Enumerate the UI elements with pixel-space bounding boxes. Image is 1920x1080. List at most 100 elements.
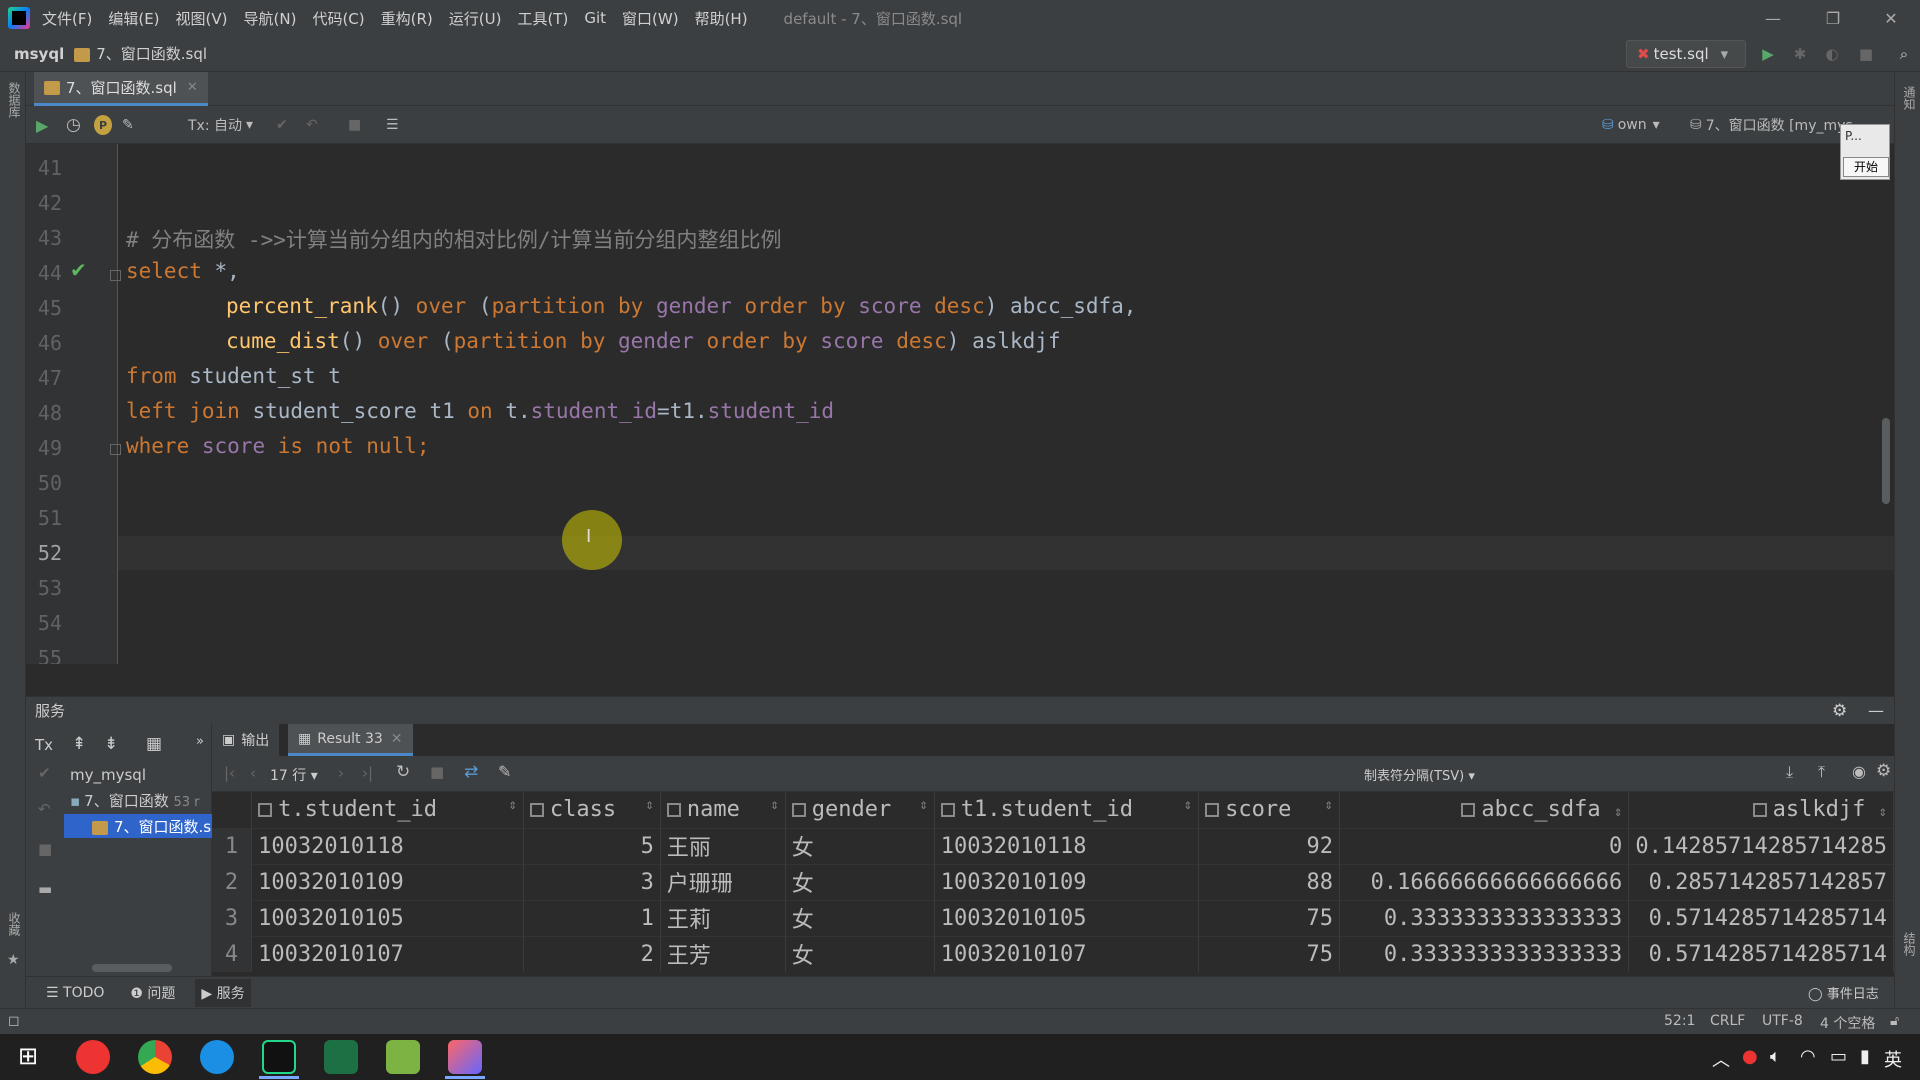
edge-icon[interactable] <box>200 1040 234 1074</box>
rollback-icon[interactable]: ↶ <box>306 115 318 135</box>
rollback-icon[interactable]: ↶ <box>38 800 51 818</box>
explain-plan-icon[interactable]: P <box>94 115 112 135</box>
table-row[interactable]: 1 10032010118 5 王丽 女 10032010118 92 0 0.… <box>212 827 1894 864</box>
stop-icon[interactable]: ■ <box>430 763 444 781</box>
cell-name[interactable]: 王莉 <box>660 899 786 936</box>
menu-run[interactable]: 运行(U) <box>449 8 502 29</box>
tab-output[interactable]: ▣ 输出 <box>212 724 280 756</box>
image-viewer-icon[interactable] <box>386 1040 420 1074</box>
hide-panel-icon[interactable]: — <box>1868 701 1884 720</box>
commit-icon[interactable]: ✔ <box>276 115 288 135</box>
file-encoding[interactable]: UTF-8 <box>1762 1013 1803 1029</box>
caret-position[interactable]: 52:1 <box>1664 1013 1695 1029</box>
menu-help[interactable]: 帮助(H) <box>695 8 748 29</box>
mic-icon[interactable]: ▮ <box>1860 1046 1870 1067</box>
minimize-icon[interactable]: — <box>1750 0 1796 36</box>
cell-gender[interactable]: 女 <box>785 899 935 936</box>
col-header-gender[interactable]: gender ⇕ <box>785 792 935 828</box>
refresh-icon[interactable]: ↻ <box>396 762 410 782</box>
group-icon[interactable]: ▦ <box>146 734 162 754</box>
cell-name[interactable]: 王芳 <box>660 935 786 972</box>
sort-icon[interactable]: ⇕ <box>1184 797 1192 813</box>
download-icon[interactable]: ⤓ <box>1786 762 1793 782</box>
cell-aslkdjf[interactable]: 0.2857142857142857 <box>1628 863 1894 900</box>
paint-icon[interactable] <box>448 1040 482 1074</box>
cell-score[interactable]: 92 <box>1198 827 1340 864</box>
fold-marker-icon[interactable] <box>110 444 121 455</box>
search-icon[interactable]: ⌕ <box>1894 44 1914 64</box>
menu-view[interactable]: 视图(V) <box>176 8 228 29</box>
col-header-class[interactable]: class ⇕ <box>523 792 661 828</box>
menu-file[interactable]: 文件(F) <box>42 8 92 29</box>
sort-icon[interactable]: ⇕ <box>1879 804 1887 820</box>
cell-t-student-id[interactable]: 10032010107 <box>251 935 524 972</box>
editor-scrollbar[interactable] <box>1882 418 1890 504</box>
row-count-select[interactable]: 17 行 ▾ <box>270 765 318 785</box>
run-config-select[interactable]: ✖ test.sql ▾ <box>1626 40 1746 68</box>
table-row[interactable]: 3 10032010105 1 王莉 女 10032010105 75 0.33… <box>212 899 1894 936</box>
tab-problems[interactable]: ❶ 问题 <box>124 979 181 1007</box>
app-icon-g[interactable] <box>76 1040 110 1074</box>
cell-t-student-id[interactable]: 10032010109 <box>251 863 524 900</box>
stop-icon[interactable]: ■ <box>38 840 52 858</box>
next-page-icon[interactable]: › <box>338 764 344 782</box>
network-icon[interactable]: ◠ <box>1800 1046 1816 1067</box>
expand-all-icon[interactable]: ⇞ <box>72 734 86 754</box>
menu-navigate[interactable]: 导航(N) <box>244 8 297 29</box>
first-page-icon[interactable]: |‹ <box>224 764 235 782</box>
cell-class[interactable]: 3 <box>523 863 661 900</box>
cell-abcc-sdfa[interactable]: 0 <box>1339 827 1630 864</box>
restore-icon[interactable]: ❐ <box>1810 0 1856 36</box>
gear-icon[interactable]: ⚙ <box>1832 701 1847 721</box>
col-header-abcc-sdfa[interactable]: abcc_sdfa ⇕ <box>1339 792 1630 828</box>
cell-t-student-id[interactable]: 10032010105 <box>251 899 524 936</box>
tray-expand-icon[interactable]: ︿ <box>1712 1046 1730 1072</box>
popup-start-button[interactable]: 开始 <box>1843 157 1889 177</box>
cell-t1-student-id[interactable]: 10032010118 <box>934 827 1200 864</box>
schema-select[interactable]: ⛁ own ▾ <box>1602 115 1660 135</box>
tab-result[interactable]: ▦ Result 33 ✕ <box>288 724 413 756</box>
cell-aslkdjf[interactable]: 0.5714285714285714 <box>1628 899 1894 936</box>
cell-name[interactable]: 户珊珊 <box>660 863 786 900</box>
pin-icon[interactable]: ✎ <box>498 762 511 781</box>
cell-class[interactable]: 1 <box>523 899 661 936</box>
menu-code[interactable]: 代码(C) <box>312 8 364 29</box>
close-window-icon[interactable]: ✕ <box>1868 0 1914 36</box>
tree-root-my-mysql[interactable]: my_mysql <box>70 766 146 784</box>
history-icon[interactable]: ◷ <box>66 115 81 135</box>
coverage-icon[interactable]: ◐ <box>1822 44 1842 64</box>
windows-start-icon[interactable]: ⊞ <box>18 1042 38 1070</box>
panel-toggle-icon[interactable]: ◻ <box>8 1013 20 1029</box>
sort-icon[interactable]: ⇕ <box>919 797 927 813</box>
breadcrumb-project[interactable]: msyql <box>14 45 64 63</box>
cell-abcc-sdfa[interactable]: 0.3333333333333333 <box>1339 935 1630 972</box>
record-icon[interactable]: ● <box>1742 1046 1758 1067</box>
database-tool-label[interactable]: 数据库 <box>6 82 23 118</box>
gear-icon[interactable]: ⚙ <box>1876 761 1891 781</box>
cell-aslkdjf[interactable]: 0.5714285714285714 <box>1628 935 1894 972</box>
sort-icon[interactable]: ⇕ <box>770 797 778 813</box>
tx-mode-select[interactable]: Tx: 自动 ▾ <box>188 115 253 135</box>
excel-icon[interactable] <box>324 1040 358 1074</box>
col-header-t-student-id[interactable]: t.student_id ⇕ <box>251 792 524 828</box>
col-header-aslkdjf[interactable]: aslkdjf ⇕ <box>1628 792 1894 828</box>
cell-gender[interactable]: 女 <box>785 827 935 864</box>
cell-aslkdjf[interactable]: 0.14285714285714285 <box>1628 827 1894 864</box>
cell-score[interactable]: 88 <box>1198 863 1340 900</box>
ime-indicator[interactable]: 英 <box>1884 1046 1902 1072</box>
run-icon[interactable]: ▶ <box>1758 44 1778 64</box>
settings-wrench-icon[interactable]: ✎ <box>122 115 134 135</box>
sort-icon[interactable]: ⇕ <box>508 797 516 813</box>
collapse-all-icon[interactable]: ⇟ <box>104 734 118 754</box>
output-layout-icon[interactable]: ☰ <box>386 115 399 135</box>
sort-icon[interactable]: ⇕ <box>1325 797 1333 813</box>
table-row[interactable]: 2 10032010109 3 户珊珊 女 10032010109 88 0.1… <box>212 863 1894 900</box>
more-icon[interactable]: » <box>196 734 204 749</box>
cell-abcc-sdfa[interactable]: 0.16666666666666666 <box>1339 863 1630 900</box>
favorites-tool-label[interactable]: 收藏 <box>6 912 23 936</box>
tx-label[interactable]: Tx <box>35 736 53 754</box>
tree-item-file[interactable]: 7、窗口函数.s <box>92 816 211 837</box>
commit-icon[interactable]: ✔ <box>38 764 51 782</box>
star-icon[interactable]: ★ <box>7 952 20 968</box>
col-header-score[interactable]: score ⇕ <box>1198 792 1340 828</box>
